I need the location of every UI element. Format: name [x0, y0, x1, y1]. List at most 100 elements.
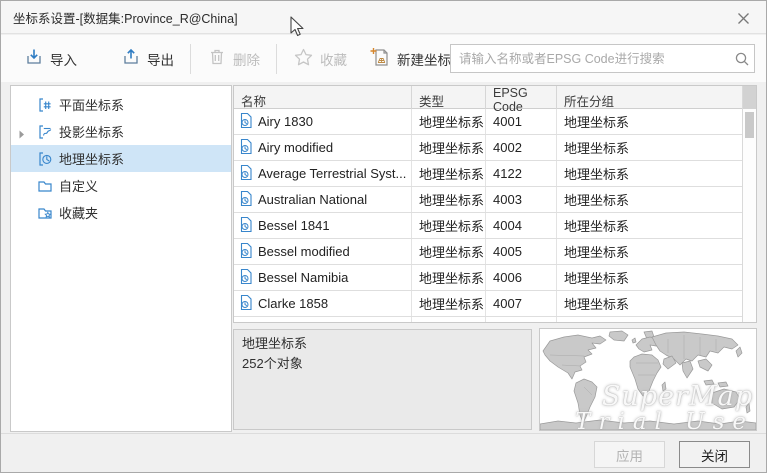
cs-epsg-code: 4001 — [486, 109, 557, 134]
cs-epsg-code: 4007 — [486, 291, 557, 316]
geographic-cs-file-icon — [239, 112, 253, 132]
tree-item-label: 地理坐标系 — [59, 149, 124, 168]
cs-name: Airy 1830 — [258, 114, 313, 129]
cs-epsg-code: 4004 — [486, 213, 557, 238]
close-icon[interactable] — [734, 10, 752, 26]
table-row[interactable]: Average Terrestrial Syst... 地理坐标系 4122 地… — [234, 161, 742, 187]
tree-item-label: 自定义 — [59, 176, 98, 195]
table-row[interactable]: Clarke 1858 地理坐标系 4007 地理坐标系 — [234, 291, 742, 317]
cs-type: 地理坐标系 — [412, 161, 486, 186]
cs-type: 地理坐标系 — [412, 187, 486, 212]
cs-type: 地理坐标系 — [412, 213, 486, 238]
import-button[interactable]: 导入 — [18, 43, 83, 74]
favorite-label: 收藏 — [320, 49, 347, 69]
tree-item-geographic-cs[interactable]: 地理坐标系 — [11, 145, 231, 172]
trash-icon — [207, 47, 227, 70]
export-label: 导出 — [147, 49, 174, 69]
export-button[interactable]: 导出 — [115, 43, 180, 74]
cs-name: Airy modified — [258, 140, 333, 155]
close-button[interactable]: 关闭 — [679, 441, 750, 468]
watermark-supermap: SuperMap — [602, 381, 753, 412]
cs-group: 地理坐标系 — [557, 161, 742, 186]
favorite-button: 收藏 — [287, 43, 353, 74]
cs-epsg-code: 4006 — [486, 265, 557, 290]
delete-button: 删除 — [201, 43, 266, 74]
toolbar-separator — [190, 44, 191, 74]
cs-name: Bessel Namibia — [258, 270, 348, 285]
planar-cs-icon — [37, 97, 53, 113]
cs-group: 地理坐标系 — [557, 213, 742, 238]
cs-type: 地理坐标系 — [412, 109, 486, 134]
watermark-trial-use: Trial Use — [575, 409, 754, 431]
tree-item-label: 平面坐标系 — [59, 95, 124, 114]
toolbar: 导入 导出 删除 — [1, 35, 766, 82]
scrollbar-thumb[interactable] — [745, 112, 754, 138]
info-group-name: 地理坐标系 — [242, 334, 523, 354]
geographic-cs-file-icon — [239, 268, 253, 288]
cs-epsg-code: 4003 — [486, 187, 557, 212]
geographic-cs-file-icon — [239, 164, 253, 184]
coordinate-system-table: 名称 类型 EPSG Code 所在分组 — [233, 85, 757, 323]
cs-name: Bessel modified — [258, 244, 350, 259]
apply-button: 应用 — [594, 441, 665, 468]
search-icon[interactable] — [730, 51, 754, 67]
import-icon — [24, 47, 44, 70]
delete-label: 删除 — [233, 49, 260, 69]
scrollbar-header-spacer — [743, 86, 756, 109]
cs-group: 地理坐标系 — [557, 135, 742, 160]
table-row[interactable]: Bessel 1841 地理坐标系 4004 地理坐标系 — [234, 213, 742, 239]
geographic-cs-file-icon — [239, 242, 253, 262]
cs-group: 地理坐标系 — [557, 187, 742, 212]
toolbar-separator — [276, 44, 277, 74]
table-row[interactable]: Airy 1830 地理坐标系 4001 地理坐标系 — [234, 109, 742, 135]
tree-item-label: 投影坐标系 — [59, 122, 124, 141]
geographic-cs-file-icon — [239, 190, 253, 210]
selection-info-panel: 地理坐标系 252个对象 — [233, 329, 532, 430]
vertical-scrollbar[interactable] — [742, 86, 756, 322]
table-row[interactable]: Bessel modified 地理坐标系 4005 地理坐标系 — [234, 239, 742, 265]
tree-item-label: 收藏夹 — [59, 203, 98, 222]
star-icon — [293, 47, 314, 70]
cs-epsg-code: 4005 — [486, 239, 557, 264]
search-box — [450, 44, 755, 73]
custom-folder-icon — [37, 178, 53, 194]
geographic-cs-file-icon — [239, 294, 253, 314]
favorites-folder-icon — [37, 205, 53, 221]
geographic-cs-file-icon — [239, 138, 253, 158]
tree-item-projected-cs[interactable]: 投影坐标系 — [11, 118, 231, 145]
geographic-cs-icon — [37, 151, 53, 167]
cs-type: 地理坐标系 — [412, 239, 486, 264]
cs-type: 地理坐标系 — [412, 291, 486, 316]
info-object-count: 252个对象 — [242, 354, 523, 374]
footer-bar: 应用 关闭 — [1, 433, 766, 472]
geographic-cs-file-icon — [239, 216, 253, 236]
export-icon — [121, 47, 141, 70]
cs-name: Bessel 1841 — [258, 218, 330, 233]
expand-arrow-icon[interactable] — [19, 127, 25, 142]
partial-row — [234, 317, 742, 323]
new-coordinate-system-icon — [369, 46, 391, 71]
table-row[interactable]: Airy modified 地理坐标系 4002 地理坐标系 — [234, 135, 742, 161]
search-input[interactable] — [451, 52, 730, 66]
table-header-row: 名称 类型 EPSG Code 所在分组 — [234, 86, 742, 109]
projected-cs-icon — [37, 124, 53, 140]
tree-item-custom[interactable]: 自定义 — [11, 172, 231, 199]
tree-item-favorites[interactable]: 收藏夹 — [11, 199, 231, 226]
coordinate-system-tree: 平面坐标系 投影坐标系 地理坐 — [10, 85, 232, 432]
cs-name: Average Terrestrial Syst... — [258, 166, 406, 181]
map-preview: SuperMap Trial Use — [539, 328, 757, 431]
cs-group: 地理坐标系 — [557, 291, 742, 316]
cs-group: 地理坐标系 — [557, 239, 742, 264]
cs-epsg-code: 4122 — [486, 161, 557, 186]
cs-type: 地理坐标系 — [412, 135, 486, 160]
cs-name: Australian National — [258, 192, 367, 207]
cs-type: 地理坐标系 — [412, 265, 486, 290]
cs-name: Clarke 1858 — [258, 296, 328, 311]
table-row[interactable]: Australian National 地理坐标系 4003 地理坐标系 — [234, 187, 742, 213]
tree-item-planar-cs[interactable]: 平面坐标系 — [11, 91, 231, 118]
table-row[interactable]: Bessel Namibia 地理坐标系 4006 地理坐标系 — [234, 265, 742, 291]
cs-epsg-code: 4002 — [486, 135, 557, 160]
import-label: 导入 — [50, 49, 77, 69]
title-bar: 坐标系设置-[数据集:Province_R@China] — [1, 1, 766, 34]
cs-group: 地理坐标系 — [557, 265, 742, 290]
